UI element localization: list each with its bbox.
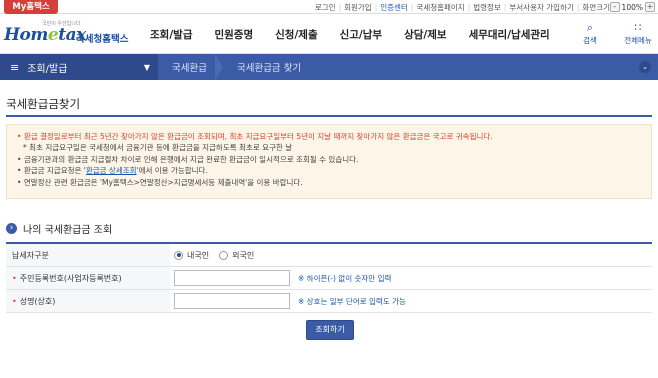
hamburger-icon: ≡ xyxy=(10,60,20,74)
search-label: 검색 xyxy=(583,36,597,45)
menu-dropdown[interactable]: ≡ 조회/발급 ▼ xyxy=(0,54,158,80)
refund-search-form: 납세자구분 내국인 외국인 • 주민등록번호(사업자등록번호) ※ 하이픈(-) … xyxy=(6,242,652,313)
notice-item: • 금융기관과의 환급금 지급절차 차이로 인해 은행에서 지급 완료한 환급금… xyxy=(17,154,359,164)
taxpayer-type-options: 내국인 외국인 xyxy=(170,250,264,261)
required-mark: • xyxy=(12,273,17,283)
separator: | xyxy=(467,2,471,12)
notice-text: * 최초 지급요구일은 국세청에서 금융기관 등에 환급금을 지급하도록 최초로… xyxy=(23,143,293,153)
hometax-logo[interactable]: 국민이 우선입니다 Hometax 국세청홈택스 xyxy=(4,21,130,47)
name-label: • 성명(상호) xyxy=(6,290,170,312)
notice-item: • 환급 결정일로부터 최근 5년간 찾아가지 않은 환급금이 조회되며, 최초… xyxy=(17,132,493,141)
notice-box: • 환급 결정일로부터 최근 5년간 찾아가지 않은 환급금이 조회되며, 최초… xyxy=(6,124,652,199)
id-number-hint: ※ 하이픈(-) 없이 숫자만 입력 xyxy=(298,273,392,283)
radio-domestic[interactable]: 내국인 xyxy=(174,250,209,261)
separator: | xyxy=(338,2,342,12)
header-tools: ⌕ 검색 ∷ 전체메뉴 xyxy=(573,21,655,46)
login-link[interactable]: 로그인 xyxy=(315,2,336,13)
notice-text: 환급금 지급요청은 ' xyxy=(23,166,86,176)
search-button[interactable]: ⌕ 검색 xyxy=(573,21,607,46)
grid-icon: ∷ xyxy=(634,21,642,34)
law-info-link[interactable]: 법령정보 xyxy=(473,2,501,13)
gnb-item-certificate[interactable]: 민원증명 xyxy=(214,27,253,42)
dept-user-signup-link[interactable]: 부서사용자 가입하기 xyxy=(509,2,573,13)
gnb-item-consult[interactable]: 상담/제보 xyxy=(404,27,446,42)
my-hometax-tab[interactable]: My홈택스 xyxy=(4,0,58,14)
all-menu-label: 전체메뉴 xyxy=(624,36,652,45)
title-divider xyxy=(6,115,652,117)
section-title-text: 나의 국세환급금 조회 xyxy=(23,225,113,236)
nts-homepage-link[interactable]: 국세청홈페이지 xyxy=(416,2,464,13)
logo-wordmark: Hometax xyxy=(4,25,86,45)
name-field-wrap: ※ 상호는 일부 단어로 입력도 가능 xyxy=(170,293,406,309)
notice-text: '에서 이용 가능합니다. xyxy=(136,166,208,176)
label-text: 성명(상호) xyxy=(19,296,56,306)
utility-links: 로그인 | 회원가입 | 인증센터 | 국세청홈페이지 | 법령정보 | 부서사용자 가입… xyxy=(315,0,610,14)
notice-text: 환급 결정일로부터 최근 5년간 찾아가지 않은 환급금이 조회되며, 최초 지… xyxy=(23,132,493,141)
form-row-name: • 성명(상호) ※ 상호는 일부 단어로 입력도 가능 xyxy=(6,290,652,313)
zoom-level: 100% xyxy=(621,2,643,12)
notice-item: • 연말정산 관련 환급금은 'My홈택스>연말정산>지급명세서등 제출내역'을… xyxy=(17,177,303,187)
radio-foreign[interactable]: 외국인 xyxy=(219,250,254,261)
form-row-id-number: • 주민등록번호(사업자등록번호) ※ 하이픈(-) 없이 숫자만 입력 xyxy=(6,267,652,290)
caret-down-icon: ▼ xyxy=(143,62,150,72)
label-text: 주민등록번호(사업자등록번호) xyxy=(19,273,122,283)
cert-center-link[interactable]: 인증센터 xyxy=(380,2,408,13)
gnb-item-report-pay[interactable]: 신고/납부 xyxy=(340,27,382,42)
all-menu-button[interactable]: ∷ 전체메뉴 xyxy=(621,21,655,46)
form-row-taxpayer-type: 납세자구분 내국인 외국인 xyxy=(6,244,652,267)
top-utility-bar: My홈택스 로그인 | 회원가입 | 인증센터 | 국세청홈페이지 | 법령정보 | 부서… xyxy=(0,0,658,14)
breadcrumb-refund[interactable]: 국세환급 xyxy=(158,54,223,80)
location-bar: ≡ 조회/발급 ▼ 국세환급 국세환급금 찾기 ⌄ xyxy=(0,54,658,80)
radio-checked-icon[interactable] xyxy=(174,250,183,260)
refund-detail-link[interactable]: 환급금 상세조회 xyxy=(86,166,137,175)
id-number-label: • 주민등록번호(사업자등록번호) xyxy=(6,267,170,289)
zoom-control: - 100% + xyxy=(609,1,655,13)
notice-item: • 환급금 지급요청은 '환급금 상세조회'에서 이용 가능합니다. xyxy=(17,166,208,176)
separator: | xyxy=(503,2,507,12)
radio-unchecked-icon[interactable] xyxy=(219,250,229,260)
search-submit-button[interactable]: 조회하기 xyxy=(306,320,354,340)
logo-wordmark-part: Hom xyxy=(4,25,48,45)
bullet-arrow-icon: › xyxy=(6,223,17,234)
separator: | xyxy=(374,2,378,12)
logo-org-name: 국세청홈택스 xyxy=(76,34,129,45)
required-mark: • xyxy=(12,296,17,306)
zoom-in-button[interactable]: + xyxy=(645,2,655,12)
section-title: › 나의 국세환급금 조회 xyxy=(6,221,112,236)
signup-link[interactable]: 회원가입 xyxy=(344,2,372,13)
name-input[interactable] xyxy=(174,293,290,309)
page-title: 국세환급금찾기 xyxy=(6,97,81,111)
global-nav: 조회/발급 민원증명 신청/제출 신고/납부 상담/제보 세무대리/납세관리 xyxy=(150,27,572,42)
radio-foreign-label: 외국인 xyxy=(232,250,255,260)
gnb-item-agent[interactable]: 세무대리/납세관리 xyxy=(469,27,550,42)
id-number-field-wrap: ※ 하이픈(-) 없이 숫자만 입력 xyxy=(170,270,391,286)
gnb-item-apply[interactable]: 신청/제출 xyxy=(275,27,317,42)
menu-dropdown-label: 조회/발급 xyxy=(27,63,68,75)
notice-item: * 최초 지급요구일은 국세청에서 금융기관 등에 환급금을 지급하도록 최초로… xyxy=(17,142,641,153)
name-hint: ※ 상호는 일부 단어로 입력도 가능 xyxy=(298,296,406,306)
breadcrumb-find-refund[interactable]: 국세환급금 찾기 xyxy=(223,60,317,74)
logo-wordmark-e: e xyxy=(47,25,59,45)
separator: | xyxy=(410,2,414,12)
notice-text: 연말정산 관련 환급금은 'My홈택스>연말정산>지급명세서등 제출내역'을 이… xyxy=(23,177,303,187)
taxpayer-type-label: 납세자구분 xyxy=(6,244,170,266)
id-number-input[interactable] xyxy=(174,270,290,286)
notice-text: 금융기관과의 환급금 지급절차 차이로 인해 은행에서 지급 완료한 환급금이 … xyxy=(23,154,359,164)
separator: | xyxy=(576,2,580,12)
radio-domestic-label: 내국인 xyxy=(187,250,210,260)
chevron-down-icon[interactable]: ⌄ xyxy=(639,61,651,73)
screen-size-label: 화면크기 xyxy=(582,2,610,12)
label-text: 납세자구분 xyxy=(12,250,49,260)
site-header: 국민이 우선입니다 Hometax 국세청홈택스 조회/발급 민원증명 신청/제… xyxy=(0,14,658,54)
zoom-out-button[interactable]: - xyxy=(609,2,620,12)
search-icon: ⌕ xyxy=(586,21,594,34)
gnb-item-inquiry[interactable]: 조회/발급 xyxy=(150,27,192,42)
